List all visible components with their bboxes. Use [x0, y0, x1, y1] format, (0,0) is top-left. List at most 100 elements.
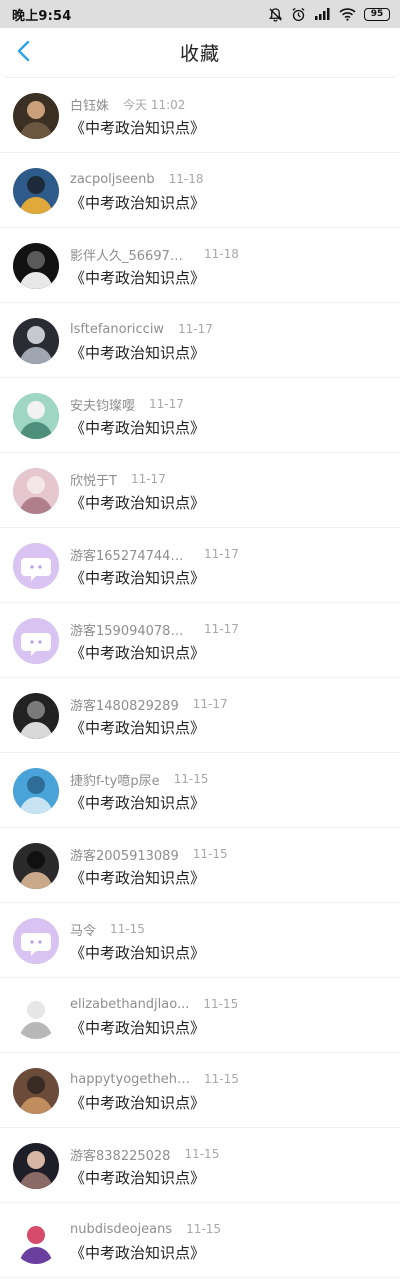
battery-icon: 95: [364, 7, 390, 21]
user-name: 安夫钧璨嘤: [70, 398, 136, 414]
timestamp: 11-15: [173, 772, 209, 786]
avatar[interactable]: [13, 93, 59, 139]
item-meta: 游客15909407895... 11-17: [70, 620, 239, 639]
list-item[interactable]: 马令 11-15 《中考政治知识点》: [0, 903, 400, 978]
user-name: lsftefanoricciw: [70, 321, 165, 337]
item-meta: 马令 11-15: [70, 920, 145, 939]
list-item[interactable]: 游客15909407895... 11-17 《中考政治知识点》: [0, 603, 400, 678]
timestamp: 11-17: [204, 547, 239, 561]
list-item[interactable]: elizabethandjlao... 11-15 《中考政治知识点》: [0, 978, 400, 1053]
item-title: 《中考政治知识点》: [70, 344, 206, 362]
avatar[interactable]: [13, 318, 59, 364]
item-title: 《中考政治知识点》: [70, 869, 206, 887]
avatar[interactable]: [13, 843, 59, 889]
timestamp: 11-17: [204, 622, 239, 636]
timestamp: 11-15: [203, 997, 239, 1011]
timestamp: 11-18: [168, 172, 204, 186]
user-name: zacpoljseenb: [70, 171, 155, 187]
avatar[interactable]: [13, 1068, 59, 1114]
avatar[interactable]: [13, 618, 59, 664]
timestamp: 11-17: [192, 697, 228, 711]
item-title: 《中考政治知识点》: [70, 1094, 206, 1112]
item-meta: lsftefanoricciw 11-17: [70, 320, 213, 338]
item-meta: 游客1480829289 11-17: [70, 695, 228, 714]
status-icons: 95: [268, 7, 390, 22]
status-bar: 晚上9:54 95: [0, 0, 400, 28]
item-meta: nubdisdeojeans 11-15: [70, 1220, 221, 1238]
user-name: 马令: [70, 923, 97, 939]
item-title: 《中考政治知识点》: [70, 419, 206, 437]
signal-icon: [314, 7, 331, 21]
list-item[interactable]: happytyogethehnr... 11-15 《中考政治知识点》: [0, 1053, 400, 1128]
list-item[interactable]: lsftefanoricciw 11-17 《中考政治知识点》: [0, 303, 400, 378]
avatar[interactable]: [13, 1143, 59, 1189]
timestamp: 今天 11:02: [123, 97, 186, 112]
avatar[interactable]: [13, 243, 59, 289]
item-title: 《中考政治知识点》: [70, 194, 206, 212]
list-item[interactable]: 游客1480829289 11-17 《中考政治知识点》: [0, 678, 400, 753]
user-name: 游客1480829289: [70, 698, 179, 714]
user-name: 捷豹f-ty噫p尿e: [70, 773, 160, 789]
item-title: 《中考政治知识点》: [70, 494, 206, 512]
avatar[interactable]: [13, 918, 59, 964]
item-meta: 捷豹f-ty噫p尿e 11-15: [70, 770, 209, 789]
header: 收藏: [0, 28, 400, 78]
list-item[interactable]: 影伴人久_566979... 11-18 《中考政治知识点》: [0, 228, 400, 303]
item-title: 《中考政治知识点》: [70, 1244, 206, 1262]
timestamp: 11-18: [204, 247, 239, 261]
item-title: 《中考政治知识点》: [70, 269, 206, 287]
timestamp: 11-15: [192, 847, 228, 861]
list-item[interactable]: 安夫钧璨嘤 11-17 《中考政治知识点》: [0, 378, 400, 453]
user-name: happytyogethehnr...: [70, 1071, 190, 1087]
favorites-list: 白钰姝 今天 11:02 《中考政治知识点》 zacpoljseenb 11-18 《中考…: [0, 78, 400, 1278]
item-meta: 欣悦于T 11-17: [70, 470, 166, 489]
list-item[interactable]: 捷豹f-ty噫p尿e 11-15 《中考政治知识点》: [0, 753, 400, 828]
avatar[interactable]: [13, 693, 59, 739]
item-meta: 安夫钧璨嘤 11-17: [70, 395, 184, 414]
alarm-icon: [291, 7, 306, 22]
item-title: 《中考政治知识点》: [70, 1019, 206, 1037]
user-name: nubdisdeojeans: [70, 1221, 173, 1237]
list-item[interactable]: 欣悦于T 11-17 《中考政治知识点》: [0, 453, 400, 528]
wifi-icon: [339, 7, 356, 21]
timestamp: 11-15: [184, 1147, 220, 1161]
item-title: 《中考政治知识点》: [70, 719, 206, 737]
list-item[interactable]: nubdisdeojeans 11-15 《中考政治知识点》: [0, 1203, 400, 1278]
timestamp: 11-15: [204, 1072, 239, 1086]
user-name: 游客838225028: [70, 1148, 171, 1164]
item-meta: 影伴人久_566979... 11-18: [70, 245, 239, 264]
user-name: 欣悦于T: [70, 473, 117, 489]
avatar[interactable]: [13, 543, 59, 589]
list-item[interactable]: 游客2005913089 11-15 《中考政治知识点》: [0, 828, 400, 903]
item-meta: happytyogethehnr... 11-15: [70, 1070, 239, 1088]
list-item[interactable]: 游客16527474474... 11-17 《中考政治知识点》: [0, 528, 400, 603]
chevron-left-icon: [16, 40, 32, 66]
avatar[interactable]: [13, 468, 59, 514]
item-meta: elizabethandjlao... 11-15: [70, 995, 238, 1013]
user-name: 游客2005913089: [70, 848, 179, 864]
item-meta: 游客838225028 11-15: [70, 1145, 220, 1164]
user-name: 游客16527474474...: [70, 548, 190, 564]
item-title: 《中考政治知识点》: [70, 794, 206, 812]
avatar[interactable]: [13, 1218, 59, 1264]
item-title: 《中考政治知识点》: [70, 1169, 206, 1187]
item-title: 《中考政治知识点》: [70, 119, 206, 137]
list-item[interactable]: 游客838225028 11-15 《中考政治知识点》: [0, 1128, 400, 1203]
back-button[interactable]: [8, 37, 40, 69]
item-title: 《中考政治知识点》: [70, 944, 206, 962]
avatar[interactable]: [13, 768, 59, 814]
user-name: elizabethandjlao...: [70, 996, 190, 1012]
timestamp: 11-15: [110, 922, 145, 936]
timestamp: 11-17: [130, 472, 166, 486]
list-item[interactable]: zacpoljseenb 11-18 《中考政治知识点》: [0, 153, 400, 228]
avatar[interactable]: [13, 168, 59, 214]
avatar[interactable]: [13, 393, 59, 439]
list-item[interactable]: 白钰姝 今天 11:02 《中考政治知识点》: [0, 78, 400, 153]
item-meta: 白钰姝 今天 11:02: [70, 95, 186, 114]
status-time: 晚上9:54: [12, 8, 72, 24]
mute-bell-icon: [268, 7, 283, 22]
avatar[interactable]: [13, 993, 59, 1039]
user-name: 白钰姝: [70, 98, 110, 114]
item-title: 《中考政治知识点》: [70, 569, 206, 587]
timestamp: 11-17: [149, 397, 184, 411]
